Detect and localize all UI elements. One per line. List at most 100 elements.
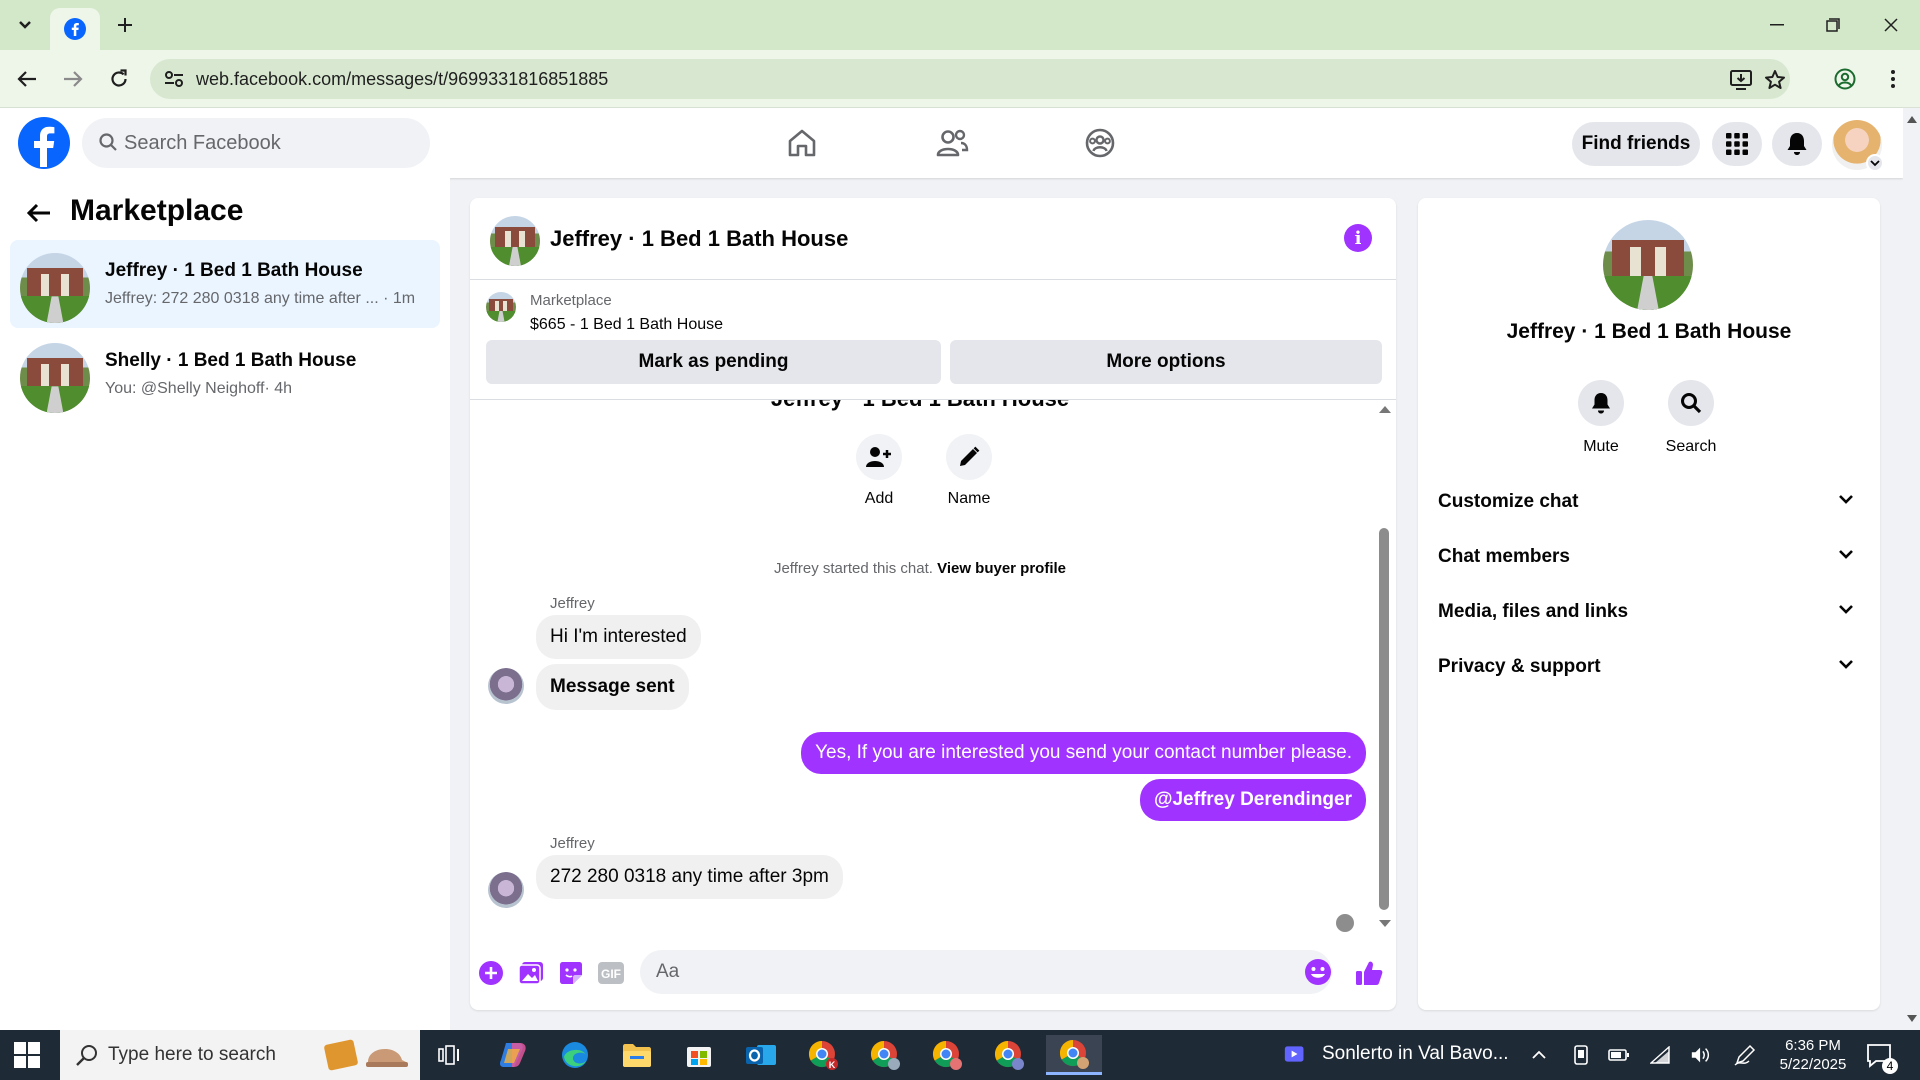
file-explorer-icon[interactable] — [612, 1035, 662, 1075]
attach-photo-icon[interactable] — [516, 958, 546, 988]
site-settings-icon[interactable] — [162, 67, 186, 91]
conversation-photo[interactable] — [1603, 220, 1693, 310]
facebook-search-input[interactable] — [124, 118, 414, 168]
name-chat-button[interactable]: Name — [929, 434, 1009, 508]
customize-chat-section[interactable]: Customize chat — [1418, 477, 1880, 525]
scroll-down-icon[interactable] — [1907, 1015, 1917, 1022]
windows-start-icon[interactable] — [14, 1042, 40, 1068]
chat-scrollbar[interactable] — [1376, 400, 1392, 934]
sender-avatar[interactable] — [488, 872, 524, 908]
groups-nav-icon[interactable] — [1070, 120, 1130, 166]
task-view-icon[interactable] — [424, 1035, 474, 1075]
seen-receipt-avatar — [1336, 914, 1354, 932]
view-buyer-profile-link[interactable]: View buyer profile — [937, 560, 1066, 577]
friends-nav-icon[interactable] — [922, 120, 982, 166]
chat-members-section[interactable]: Chat members — [1418, 532, 1880, 580]
back-arrow-icon[interactable] — [12, 64, 42, 94]
message-bubble-incoming[interactable]: 272 280 0318 any time after 3pm — [536, 855, 843, 899]
scroll-up-icon[interactable] — [1379, 406, 1391, 413]
close-window-icon[interactable] — [1876, 10, 1906, 40]
mark-as-pending-button[interactable]: Mark as pending — [486, 340, 941, 384]
battery-icon[interactable] — [1608, 1044, 1630, 1066]
restore-icon[interactable] — [1818, 10, 1848, 40]
edge-browser-icon[interactable] — [550, 1035, 600, 1075]
forward-arrow-icon[interactable] — [58, 64, 88, 94]
privacy-support-section[interactable]: Privacy & support — [1418, 642, 1880, 690]
outlook-icon[interactable] — [736, 1035, 786, 1075]
conversation-name: Jeffrey · 1 Bed 1 Bath House — [105, 260, 363, 281]
message-bubble-outgoing[interactable]: @Jeffrey Derendinger — [1139, 779, 1366, 821]
browser-profile-icon[interactable] — [1830, 64, 1860, 94]
listing-banner: Marketplace $665 - 1 Bed 1 Bath House Ma… — [470, 280, 1396, 400]
browser-tab-bar — [0, 0, 1920, 50]
show-hidden-icons-chevron-icon[interactable] — [1528, 1044, 1550, 1066]
scroll-up-icon[interactable] — [1907, 116, 1917, 123]
menu-grid-icon[interactable] — [1712, 122, 1762, 166]
tab-search-chevron-icon[interactable] — [12, 12, 38, 38]
facebook-search-box[interactable] — [82, 118, 430, 168]
media-files-links-section[interactable]: Media, files and links — [1418, 587, 1880, 635]
url-text[interactable]: web.facebook.com/messages/t/969933181685… — [196, 69, 608, 90]
mute-button[interactable]: Mute — [1561, 380, 1641, 456]
facebook-favicon-icon — [64, 18, 86, 40]
microsoft-store-icon[interactable] — [674, 1035, 724, 1075]
conversation-item-shelly[interactable]: Shelly · 1 Bed 1 Bath House You: @Shelly… — [10, 330, 440, 418]
minimize-icon[interactable] — [1762, 10, 1792, 40]
conversation-info-panel: Jeffrey · 1 Bed 1 Bath House Mute Search… — [1418, 198, 1880, 1010]
home-nav-icon[interactable] — [772, 120, 832, 166]
install-app-icon[interactable] — [1728, 67, 1754, 93]
media-play-icon[interactable] — [1284, 1043, 1306, 1065]
account-chevron-down-icon[interactable] — [1866, 154, 1884, 172]
message-thread[interactable]: Jeffrey · 1 Bed 1 Bath House Add Name Je… — [470, 400, 1396, 934]
facebook-logo-icon[interactable] — [18, 117, 70, 169]
reload-icon[interactable] — [104, 64, 134, 94]
chrome-profile-3-icon[interactable] — [922, 1035, 972, 1075]
address-bar[interactable]: web.facebook.com/messages/t/969933181685… — [150, 59, 1790, 99]
volume-icon[interactable] — [1690, 1044, 1712, 1066]
like-thumbs-up-icon[interactable] — [1354, 958, 1384, 988]
sticker-icon[interactable] — [556, 958, 586, 988]
browser-tab-facebook[interactable] — [50, 8, 100, 50]
find-friends-button[interactable]: Find friends — [1572, 122, 1700, 166]
browser-menu-icon[interactable] — [1878, 64, 1908, 94]
listing-price-title[interactable]: $665 - 1 Bed 1 Bath House — [530, 316, 723, 334]
windows-taskbar: Type here to search K Sonlerto in Val Ba… — [0, 1030, 1920, 1080]
thread-header-title: Jeffrey · 1 Bed 1 Bath House — [470, 400, 1370, 412]
chrome-profile-2-icon[interactable] — [860, 1035, 910, 1075]
chevron-down-icon — [1839, 550, 1853, 559]
conversation-item-jeffrey[interactable]: Jeffrey · 1 Bed 1 Bath House Jeffrey: 27… — [10, 240, 440, 328]
chat-title[interactable]: Jeffrey · 1 Bed 1 Bath House — [550, 226, 848, 252]
chevron-down-icon — [1839, 605, 1853, 614]
system-clock[interactable]: 6:36 PM 5/22/2025 — [1748, 1036, 1878, 1074]
chat-scroll-thumb[interactable] — [1379, 528, 1389, 910]
chrome-profile-k-icon[interactable]: K — [798, 1035, 848, 1075]
add-member-button[interactable]: Add — [839, 434, 919, 508]
message-bubble-outgoing[interactable]: Yes, If you are interested you send your… — [801, 732, 1366, 774]
message-input[interactable] — [640, 950, 1332, 994]
chat-thumbnail[interactable] — [490, 216, 540, 266]
new-tab-plus-icon[interactable] — [112, 12, 138, 38]
bookmark-star-icon[interactable] — [1762, 67, 1788, 93]
wifi-icon[interactable] — [1650, 1044, 1672, 1066]
device-icon[interactable] — [1570, 1044, 1592, 1066]
now-playing-text[interactable]: Sonlerto in Val Bavo... — [1322, 1043, 1509, 1065]
notifications-bell-icon[interactable] — [1772, 122, 1822, 166]
section-label: Chat members — [1438, 546, 1570, 567]
scroll-down-icon[interactable] — [1379, 920, 1391, 927]
message-bubble-incoming[interactable]: Hi I'm interested — [536, 615, 701, 659]
more-actions-plus-icon[interactable] — [476, 958, 506, 988]
search-in-conversation-button[interactable]: Search — [1651, 380, 1731, 456]
emoji-icon[interactable] — [1304, 958, 1332, 986]
message-bubble-incoming[interactable]: Message sent — [536, 664, 689, 710]
taskbar-search-box[interactable]: Type here to search — [60, 1030, 420, 1080]
page-scrollbar[interactable] — [1903, 108, 1920, 1030]
more-options-button[interactable]: More options — [950, 340, 1382, 384]
conversation-info-icon[interactable]: i — [1344, 224, 1372, 252]
chrome-profile-4-icon[interactable] — [984, 1035, 1034, 1075]
chrome-active-window-icon[interactable] — [1046, 1035, 1102, 1075]
sender-avatar[interactable] — [488, 668, 524, 704]
copilot-icon[interactable] — [488, 1035, 538, 1075]
listing-thumbnail[interactable] — [486, 292, 516, 322]
gif-icon[interactable]: GIF — [596, 958, 626, 988]
back-arrow-icon[interactable] — [22, 196, 56, 230]
